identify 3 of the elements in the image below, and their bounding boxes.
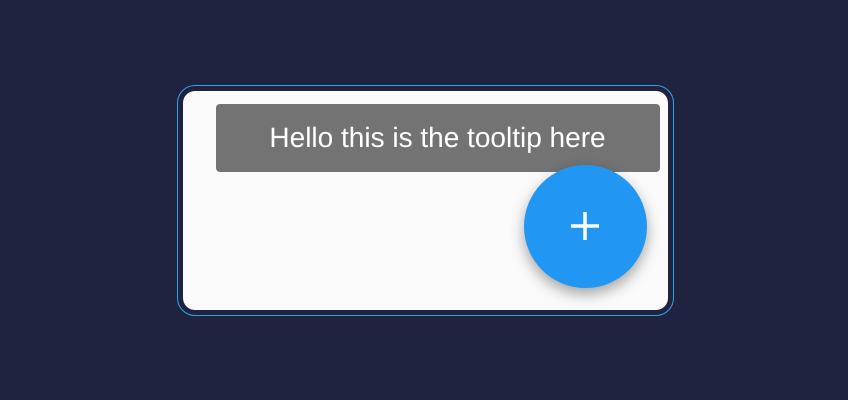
- add-button[interactable]: [524, 164, 646, 288]
- plus-icon: [569, 210, 601, 242]
- tooltip: Hello this is the tooltip here: [216, 104, 660, 172]
